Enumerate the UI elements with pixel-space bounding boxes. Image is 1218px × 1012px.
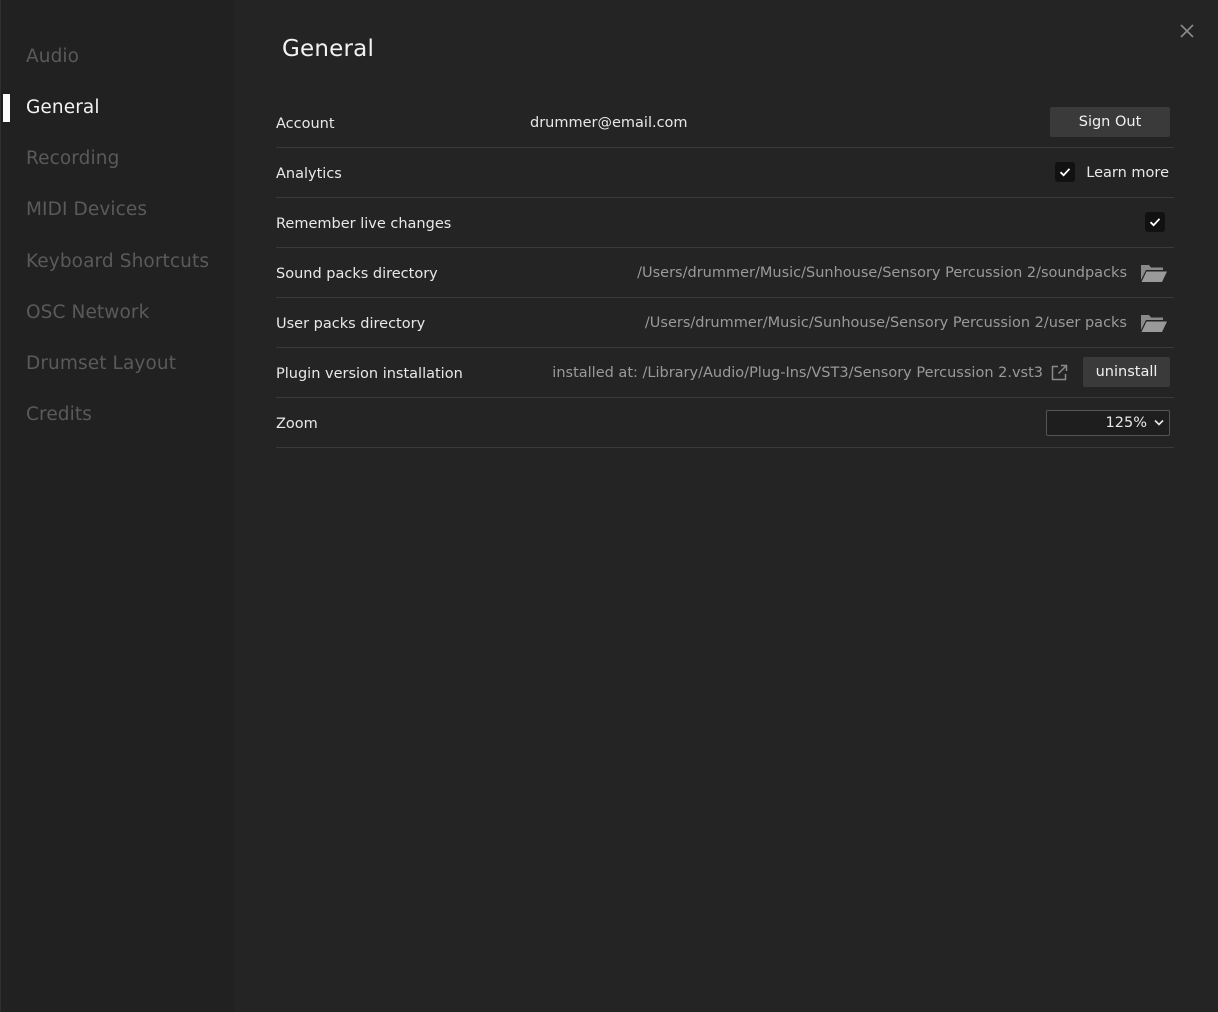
account-email: drummer@email.com — [530, 115, 688, 131]
analytics-row: Analytics Learn more — [276, 148, 1174, 198]
analytics-label: Analytics — [276, 166, 342, 182]
sidebar-item-midi-devices[interactable]: MIDI Devices — [26, 198, 147, 222]
chevron-down-icon — [1154, 419, 1164, 426]
sidebar-item-recording[interactable]: Recording — [26, 147, 119, 171]
zoom-row: Zoom 125% — [276, 398, 1174, 448]
account-label: Account — [276, 116, 335, 132]
sidebar-item-general[interactable]: General — [26, 96, 100, 120]
active-nav-indicator — [3, 94, 10, 122]
remember-live-changes-row: Remember live changes — [276, 198, 1174, 248]
close-icon — [1180, 24, 1194, 38]
preferences-window: Audio General Recording MIDI Devices Key… — [0, 0, 1218, 1012]
folder-open-icon — [1141, 315, 1167, 332]
zoom-select[interactable]: 125% — [1046, 410, 1170, 436]
user-packs-directory-label: User packs directory — [276, 316, 426, 332]
user-packs-browse-button[interactable] — [1140, 313, 1168, 333]
reveal-plugin-button[interactable] — [1050, 364, 1068, 382]
sidebar-item-audio[interactable]: Audio — [26, 45, 79, 69]
user-packs-directory-row: User packs directory /Users/drummer/Musi… — [276, 298, 1174, 348]
plugin-version-installation-label: Plugin version installation — [276, 366, 463, 382]
sidebar: Audio General Recording MIDI Devices Key… — [1, 0, 235, 1012]
zoom-label: Zoom — [276, 416, 318, 432]
sound-packs-directory-row: Sound packs directory /Users/drummer/Mus… — [276, 248, 1174, 298]
remember-live-changes-checkbox[interactable] — [1145, 212, 1165, 232]
plugin-version-installation-row: Plugin version installation installed at… — [276, 348, 1174, 398]
zoom-value: 125% — [1105, 415, 1147, 431]
sound-packs-browse-button[interactable] — [1140, 263, 1168, 283]
external-link-icon — [1051, 364, 1068, 381]
sidebar-item-keyboard-shortcuts[interactable]: Keyboard Shortcuts — [26, 250, 209, 274]
sidebar-item-drumset-layout[interactable]: Drumset Layout — [26, 352, 176, 376]
folder-open-icon — [1141, 265, 1167, 282]
analytics-checkbox[interactable] — [1055, 162, 1075, 182]
checkmark-icon — [1149, 218, 1161, 227]
page-title: General — [282, 36, 375, 62]
sign-out-button[interactable]: Sign Out — [1050, 107, 1170, 137]
uninstall-button[interactable]: uninstall — [1083, 357, 1170, 387]
sound-packs-directory-label: Sound packs directory — [276, 266, 438, 282]
user-packs-path: /Users/drummer/Music/Sunhouse/Sensory Pe… — [644, 315, 1127, 331]
close-button[interactable] — [1176, 20, 1198, 42]
account-row: Account drummer@email.com Sign Out — [276, 98, 1174, 148]
learn-more-link[interactable]: Learn more — [1086, 163, 1169, 183]
checkmark-icon — [1059, 168, 1071, 177]
sound-packs-path: /Users/drummer/Music/Sunhouse/Sensory Pe… — [637, 265, 1127, 281]
sidebar-item-osc-network[interactable]: OSC Network — [26, 301, 149, 325]
remember-live-changes-label: Remember live changes — [276, 216, 452, 232]
plugin-install-path: installed at: /Library/Audio/Plug-Ins/VS… — [552, 365, 1043, 381]
sidebar-item-credits[interactable]: Credits — [26, 403, 92, 427]
